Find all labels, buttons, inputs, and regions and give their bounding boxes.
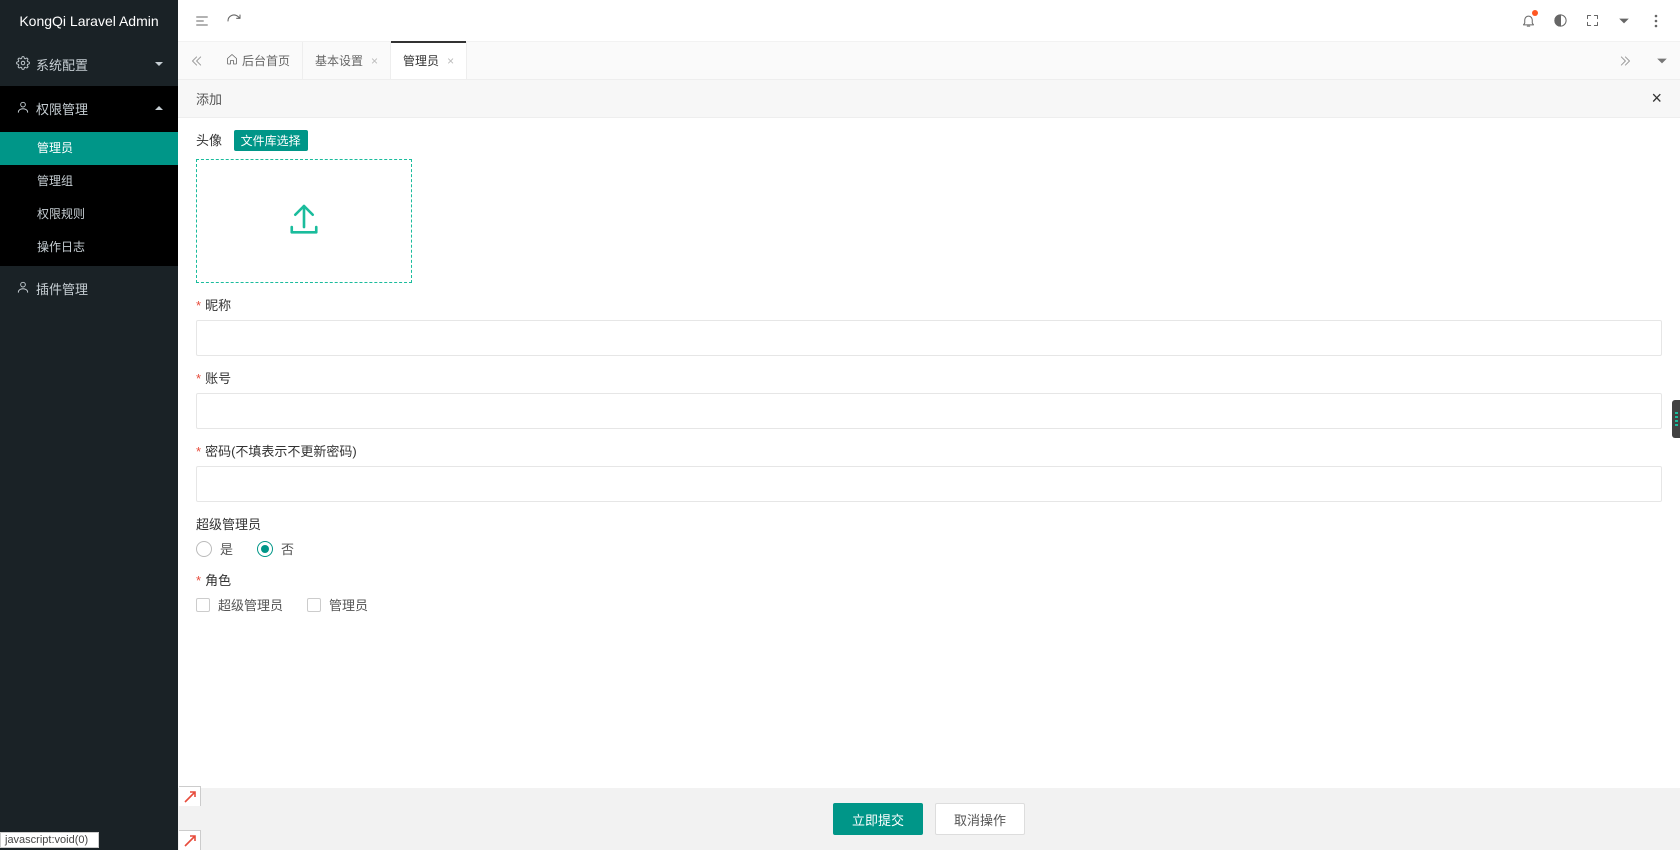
radio-icon bbox=[257, 541, 273, 557]
sidebar-label-system: 系统配置 bbox=[36, 55, 88, 74]
form-footer: 立即提交 取消操作 bbox=[178, 788, 1680, 850]
radio-no[interactable]: 否 bbox=[257, 539, 294, 558]
file-library-button[interactable]: 文件库选择 bbox=[234, 130, 308, 151]
tab-label-basic: 基本设置 bbox=[315, 52, 363, 69]
cancel-button[interactable]: 取消操作 bbox=[935, 803, 1025, 835]
radio-yes[interactable]: 是 bbox=[196, 539, 233, 558]
upload-icon bbox=[283, 199, 325, 244]
role-label: *角色 bbox=[196, 570, 1662, 589]
tabs-prev-button[interactable] bbox=[178, 42, 214, 79]
tabs-menu-button[interactable] bbox=[1644, 42, 1680, 79]
nickname-label: *昵称 bbox=[196, 295, 1662, 314]
fullscreen-button[interactable] bbox=[1576, 0, 1608, 42]
home-icon bbox=[226, 53, 238, 68]
tab-admin[interactable]: 管理员 × bbox=[391, 42, 467, 79]
brand-title: KongQi Laravel Admin bbox=[0, 0, 178, 42]
notifications-button[interactable] bbox=[1512, 0, 1544, 42]
radio-no-label: 否 bbox=[281, 539, 294, 558]
tab-home[interactable]: 后台首页 bbox=[214, 42, 303, 79]
refresh-button[interactable] bbox=[218, 0, 250, 42]
radio-yes-label: 是 bbox=[220, 539, 233, 558]
avatar-upload-area[interactable] bbox=[196, 159, 412, 283]
right-drawer-handle[interactable] bbox=[1672, 400, 1680, 438]
sidebar-label-permissions: 权限管理 bbox=[36, 99, 88, 118]
plugin-icon bbox=[16, 280, 36, 297]
checkbox-icon bbox=[196, 598, 210, 612]
sidebar-sub-admin-group[interactable]: 管理组 bbox=[0, 165, 178, 198]
notification-dot-icon bbox=[1532, 10, 1538, 16]
tabs-bar: 后台首页 基本设置 × 管理员 × bbox=[178, 42, 1680, 80]
topbar bbox=[178, 0, 1680, 42]
role-check-super[interactable]: 超级管理员 bbox=[196, 595, 283, 614]
nickname-input[interactable] bbox=[196, 320, 1662, 356]
sidebar-item-permissions[interactable]: 权限管理 bbox=[0, 86, 178, 130]
user-icon bbox=[16, 100, 36, 117]
submit-button[interactable]: 立即提交 bbox=[833, 803, 923, 835]
sidebar-sub-op-log[interactable]: 操作日志 bbox=[0, 231, 178, 264]
sidebar-submenu-permissions: 管理员 管理组 权限规则 操作日志 bbox=[0, 130, 178, 266]
super-admin-label: 超级管理员 bbox=[196, 514, 1662, 533]
sidebar-sub-admin[interactable]: 管理员 bbox=[0, 132, 178, 165]
gear-icon bbox=[16, 56, 36, 73]
panel-subheader: 添加 × bbox=[178, 80, 1680, 118]
form-area: 头像 文件库选择 *昵称 *账号 *密码(不填表 bbox=[178, 118, 1680, 788]
caret-up-icon bbox=[154, 101, 164, 116]
panel-close-button[interactable]: × bbox=[1651, 88, 1662, 109]
role-check-admin-label: 管理员 bbox=[329, 595, 368, 614]
collapse-sidebar-button[interactable] bbox=[186, 0, 218, 42]
more-button[interactable] bbox=[1640, 0, 1672, 42]
corner-tab-lower[interactable] bbox=[179, 830, 201, 850]
tab-label-home: 后台首页 bbox=[242, 52, 290, 69]
password-input[interactable] bbox=[196, 466, 1662, 502]
sidebar: KongQi Laravel Admin 系统配置 权限管理 管理员 管理组 权… bbox=[0, 0, 178, 850]
role-check-admin[interactable]: 管理员 bbox=[307, 595, 368, 614]
avatar-label: 头像 bbox=[196, 130, 222, 149]
tabs-next-button[interactable] bbox=[1608, 42, 1644, 79]
tab-basic-settings[interactable]: 基本设置 × bbox=[303, 42, 391, 79]
browser-status-text: javascript:void(0) bbox=[0, 832, 99, 848]
account-input[interactable] bbox=[196, 393, 1662, 429]
account-label: *账号 bbox=[196, 368, 1662, 387]
user-menu-button[interactable] bbox=[1608, 0, 1640, 42]
sidebar-label-plugins: 插件管理 bbox=[36, 279, 88, 298]
sidebar-item-plugins[interactable]: 插件管理 bbox=[0, 266, 178, 310]
checkbox-icon bbox=[307, 598, 321, 612]
caret-down-icon bbox=[154, 57, 164, 72]
tab-label-admin: 管理员 bbox=[403, 52, 439, 69]
role-check-super-label: 超级管理员 bbox=[218, 595, 283, 614]
radio-icon bbox=[196, 541, 212, 557]
corner-tab-upper[interactable] bbox=[179, 786, 201, 806]
tab-close-basic[interactable]: × bbox=[371, 54, 378, 68]
theme-button[interactable] bbox=[1544, 0, 1576, 42]
password-label: *密码(不填表示不更新密码) bbox=[196, 441, 1662, 460]
panel-title: 添加 bbox=[196, 89, 222, 108]
sidebar-sub-perm-rules[interactable]: 权限规则 bbox=[0, 198, 178, 231]
tab-close-admin[interactable]: × bbox=[447, 54, 454, 68]
sidebar-item-system[interactable]: 系统配置 bbox=[0, 42, 178, 86]
